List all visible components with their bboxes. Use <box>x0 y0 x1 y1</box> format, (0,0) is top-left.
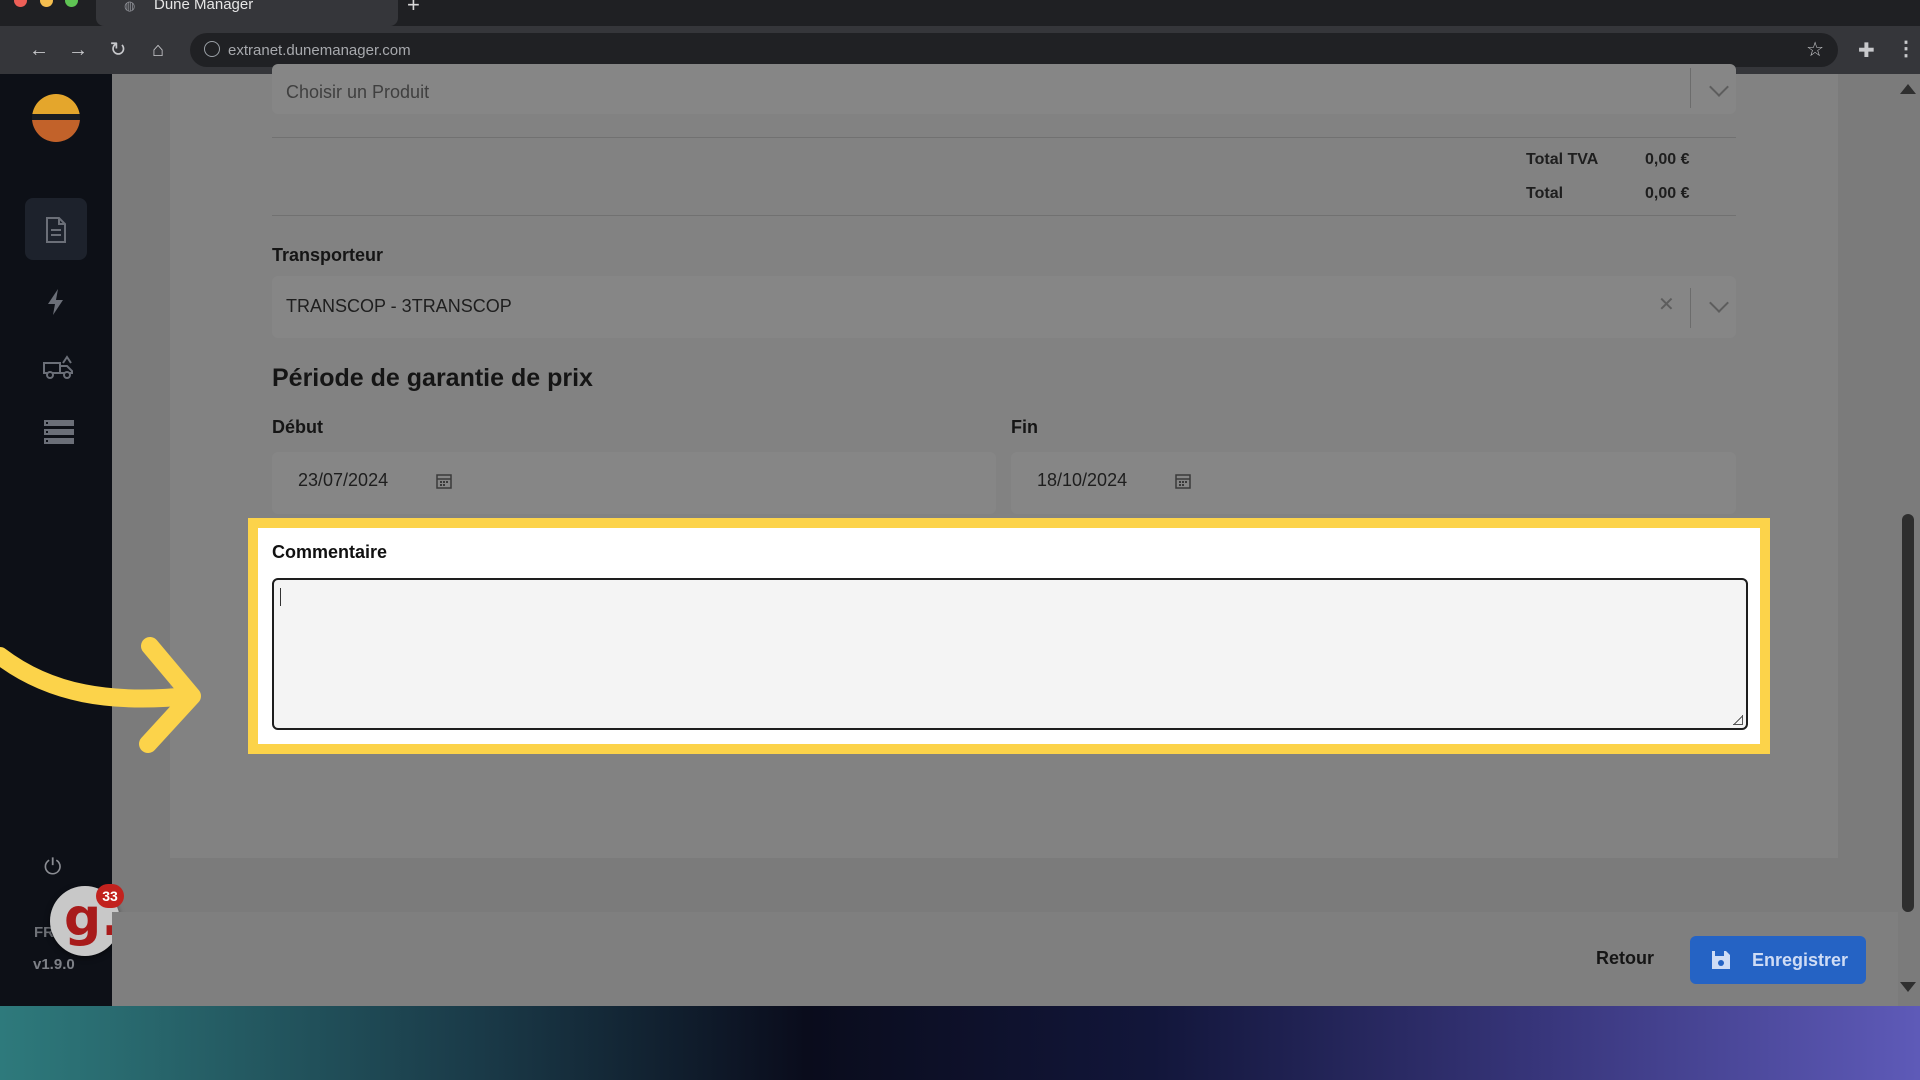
resize-handle[interactable] <box>1733 715 1743 725</box>
total-label: Total <box>1526 185 1564 202</box>
total-tva-label: Total TVA <box>1526 151 1599 168</box>
list-icon <box>44 420 74 444</box>
sidebar: ⏻ FR v1.9.0 <box>0 74 112 1006</box>
transporter-label: Transporteur <box>272 245 384 265</box>
select-divider <box>1690 288 1691 328</box>
back-arrow-icon[interactable]: ← <box>27 38 51 62</box>
text-caret <box>280 588 281 606</box>
product-select-placeholder: Choisir un Produit <box>286 82 430 102</box>
product-select[interactable]: Choisir un Produit <box>272 64 1736 114</box>
transporter-select[interactable]: TRANSCOP - 3TRANSCOP ✕ <box>272 276 1736 338</box>
start-date-input[interactable]: 23/07/2024 <box>272 452 996 514</box>
sidebar-item-truck[interactable] <box>25 336 87 398</box>
globe-icon: ◍ <box>124 0 136 13</box>
sidebar-item-documents[interactable] <box>25 198 87 260</box>
start-date-value: 23/07/2024 <box>298 470 389 490</box>
clear-icon[interactable]: ✕ <box>1658 292 1675 317</box>
address-url: extranet.dunemanager.com <box>228 42 411 59</box>
app-viewport: ⏻ FR v1.9.0 g. 33 Choisir un Produit Tot… <box>0 64 1920 1006</box>
browser-menu-icon[interactable]: ⋮ <box>1896 36 1916 61</box>
select-divider <box>1690 68 1691 108</box>
annotation-arrow-icon <box>0 637 201 753</box>
new-tab-button[interactable]: + <box>407 0 420 16</box>
end-date-input[interactable]: 18/10/2024 <box>1011 452 1736 514</box>
address-bar[interactable]: extranet.dunemanager.com ☆ <box>190 33 1838 67</box>
comment-highlight-frame: Commentaire <box>248 518 1770 754</box>
app-version: v1.9.0 <box>33 956 75 973</box>
back-button[interactable]: Retour <box>1596 948 1654 969</box>
sidebar-item-lightning[interactable] <box>25 270 87 332</box>
start-date-label: Début <box>272 417 323 437</box>
calendar-icon[interactable] <box>436 473 452 489</box>
price-period-title: Période de garantie de prix <box>272 364 593 392</box>
desktop-background <box>0 1006 1920 1080</box>
minimize-window-button[interactable] <box>40 0 53 7</box>
notification-badge: 33 <box>96 884 124 908</box>
total-value: 0,00 € <box>1645 185 1690 202</box>
reload-icon[interactable]: ↻ <box>106 38 130 62</box>
maximize-window-button[interactable] <box>65 0 78 7</box>
save-button[interactable]: Enregistrer <box>1690 936 1866 984</box>
comment-textarea[interactable] <box>272 578 1748 730</box>
site-info-icon[interactable] <box>204 41 220 57</box>
calendar-icon[interactable] <box>1175 473 1191 489</box>
save-button-label: Enregistrer <box>1752 950 1849 970</box>
transporter-value: TRANSCOP - 3TRANSCOP <box>286 296 512 316</box>
divider <box>272 215 1736 216</box>
power-icon[interactable]: ⏻ <box>44 854 61 880</box>
browser-tab-bar: ◍ Dune Manager + <box>0 0 1920 26</box>
floppy-disk-icon <box>1712 951 1730 969</box>
extensions-puzzle-icon[interactable]: ✚ <box>1858 38 1875 63</box>
scroll-up-arrow-icon[interactable] <box>1900 84 1916 94</box>
total-tva-value: 0,00 € <box>1645 151 1690 168</box>
close-window-button[interactable] <box>14 0 27 7</box>
end-date-value: 18/10/2024 <box>1037 470 1128 490</box>
chevron-down-icon[interactable] <box>1709 77 1729 97</box>
sidebar-item-list[interactable] <box>25 400 87 462</box>
bookmark-star-icon[interactable]: ☆ <box>1806 37 1824 62</box>
lightning-icon <box>48 289 63 315</box>
home-icon[interactable]: ⌂ <box>146 38 170 62</box>
scrollbar-thumb[interactable] <box>1902 514 1914 912</box>
browser-tab[interactable]: ◍ Dune Manager <box>96 0 398 26</box>
document-icon <box>46 217 66 243</box>
chevron-down-icon[interactable] <box>1709 293 1729 313</box>
truck-icon <box>43 355 73 379</box>
comment-label: Commentaire <box>272 542 388 562</box>
dune-manager-logo[interactable] <box>32 94 80 142</box>
tab-title: Dune Manager <box>154 0 254 13</box>
forward-arrow-icon[interactable]: → <box>66 38 90 62</box>
divider <box>272 137 1736 138</box>
end-date-label: Fin <box>1011 417 1038 437</box>
scroll-down-arrow-icon[interactable] <box>1900 982 1916 992</box>
